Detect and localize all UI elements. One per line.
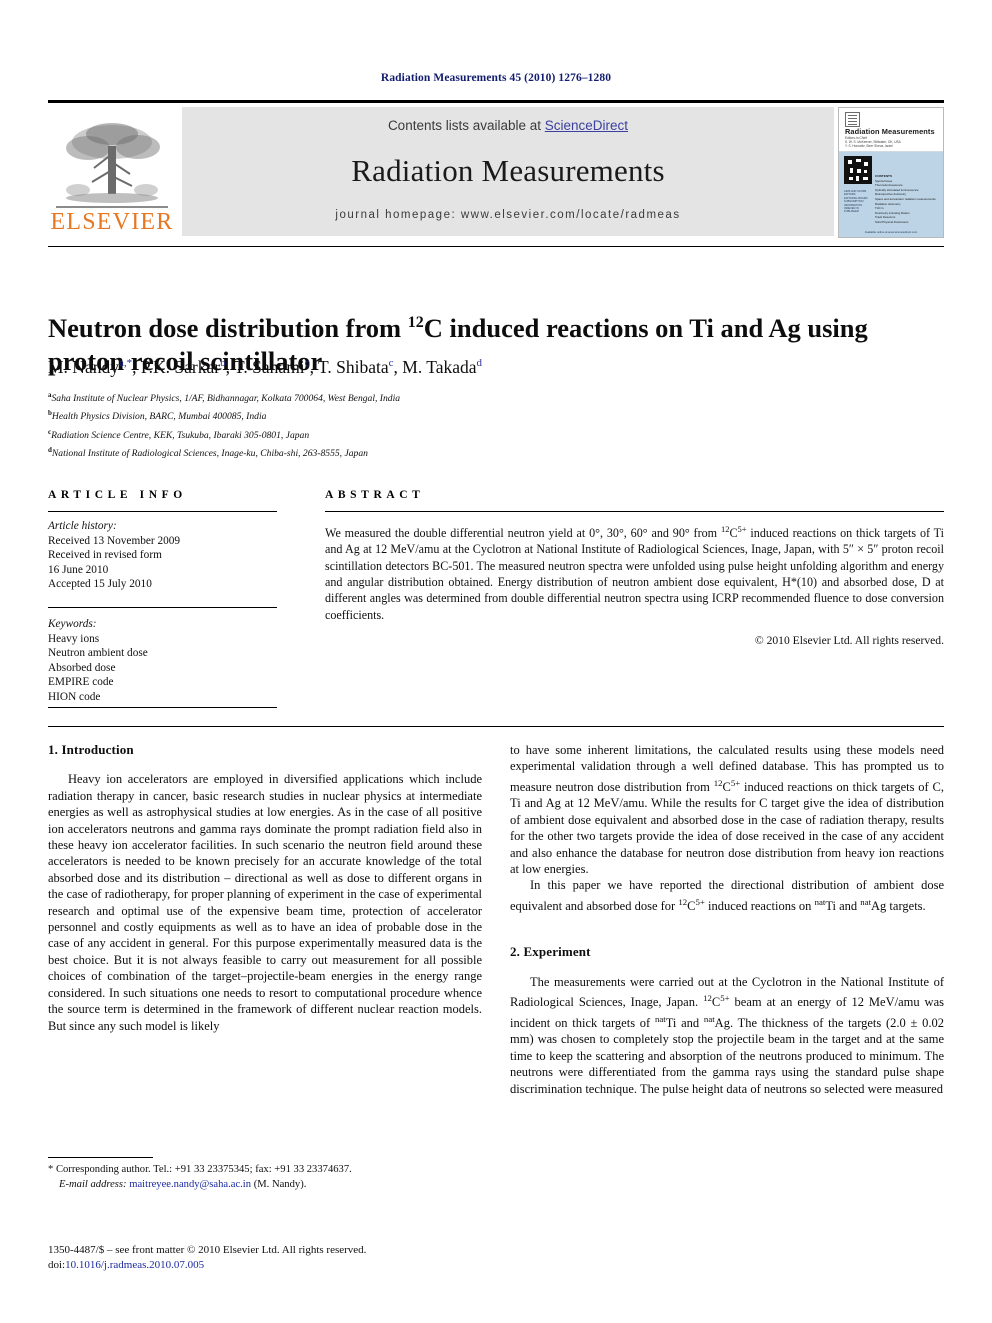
article-page: Radiation Measurements 45 (2010) 1276–12…: [0, 0, 992, 1323]
title-part-1: Neutron dose distribution from: [48, 312, 408, 343]
article-history-line: 16 June 2010: [48, 563, 109, 576]
article-info-heading: ARTICLE INFO: [48, 489, 187, 501]
keywords-block: Keywords: Heavy ions Neutron ambient dose…: [48, 617, 283, 705]
elsevier-tree-icon: [66, 123, 160, 203]
cover-left-column: AIMS AND SCOPE EDITORS EDITORIAL BOARD SUBS…: [844, 190, 868, 214]
elsevier-logo-rule: [56, 206, 168, 208]
cover-publisher-icon: [845, 112, 860, 127]
affiliation-item: bHealth Physics Division, BARC, Mumbai 4…: [48, 409, 267, 423]
body-column-left: 1. Introduction Heavy ion accelerators a…: [48, 742, 482, 1034]
doi-label: doi:: [48, 1259, 66, 1271]
imprint-block: 1350-4487/$ – see front matter © 2010 El…: [48, 1243, 548, 1273]
author-name: T. Shibatac: [318, 357, 394, 377]
keyword-item: EMPIRE code: [48, 676, 114, 689]
article-info-rule-mid: [48, 607, 277, 608]
cover-body: AIMS AND SCOPE EDITORS EDITORIAL BOARD SUBS…: [839, 152, 943, 237]
footnote-block: * Corresponding author. Tel.: +91 33 233…: [48, 1163, 482, 1193]
contents-available-line: Contents lists available at ScienceDirec…: [182, 118, 834, 133]
keyword-item: Heavy ions: [48, 632, 100, 645]
article-history-line: Accepted 15 July 2010: [48, 578, 152, 591]
abstract-divider: [48, 726, 944, 727]
journal-masthead: ELSEVIER Contents lists available at Sci…: [48, 100, 944, 238]
email-label: E-mail address:: [59, 1178, 127, 1190]
introduction-paragraph-1-left: Heavy ion accelerators are employed in d…: [48, 772, 482, 1033]
article-history-line: Received in revised form: [48, 549, 162, 562]
doi-link[interactable]: 10.1016/j.radmeas.2010.07.005: [65, 1259, 204, 1271]
cover-contents-items: Special Issue Thermoluminescence Optically…: [875, 178, 936, 224]
cover-footer: Available online at www.sciencedirect.co…: [864, 230, 918, 234]
article-history-line: Received 13 November 2009: [48, 534, 181, 547]
keyword-item: Neutron ambient dose: [48, 647, 148, 660]
abstract-rule-top: [325, 511, 944, 512]
article-info-rule-bottom: [48, 707, 277, 708]
affiliation-mark: b: [48, 409, 52, 418]
keyword-item: Absorbed dose: [48, 661, 116, 674]
footnote-divider: [48, 1157, 153, 1158]
keywords-list: Heavy ions Neutron ambient dose Absorbed d…: [48, 633, 148, 703]
affiliation-item: dNational Institute of Radiological Scie…: [48, 446, 368, 460]
experiment-paragraph-1: The measurements were carried out at the…: [510, 974, 945, 1096]
cover-contents-list: CONTENTS Special Issue Thermoluminescence…: [875, 174, 939, 225]
article-history: Article history: Received 13 November 20…: [48, 519, 283, 592]
keywords-label: Keywords:: [48, 618, 97, 630]
author-affiliation-marks: b: [220, 357, 226, 370]
introduction-paragraph-1-right: to have some inherent limitations, the c…: [510, 743, 944, 876]
section-heading-experiment: 2. Experiment: [510, 944, 591, 960]
abstract-text: We measured the double differential neut…: [325, 524, 944, 622]
author-affiliation-marks: c: [388, 357, 394, 370]
author-name: T. Sanamic: [234, 357, 310, 377]
cover-top: Radiation Measurements Editors-in-Chief S…: [839, 108, 943, 152]
cover-title: Radiation Measurements: [845, 127, 935, 136]
journal-cover-thumbnail[interactable]: Radiation Measurements Editors-in-Chief S…: [838, 107, 944, 238]
elsevier-logo: ELSEVIER: [48, 107, 176, 236]
keyword-item: HION code: [48, 690, 101, 703]
elsevier-wordmark: ELSEVIER: [50, 209, 174, 235]
author-name: P.K. Sarkarb: [140, 357, 226, 377]
author-affiliation-marks: c: [304, 357, 310, 370]
cover-subtitle: Editors-in-Chief S. W. S. McKeever, Still…: [845, 136, 901, 148]
cover-graphic-icon: [844, 156, 872, 184]
journal-homepage-line[interactable]: journal homepage: www.elsevier.com/locat…: [182, 209, 834, 221]
corresponding-author-note: * Corresponding author. Tel.: +91 33 233…: [48, 1164, 352, 1175]
affiliation-item: aSaha Institute of Nuclear Physics, 1/AF…: [48, 391, 401, 405]
affiliation-mark: d: [48, 446, 52, 455]
title-superscript: 12: [407, 313, 424, 331]
section-heading-introduction: 1. Introduction: [48, 742, 134, 757]
author-name: M. Takadad: [402, 357, 483, 377]
title-divider: [48, 246, 944, 247]
issn-frontmatter-line: 1350-4487/$ – see front matter © 2010 El…: [48, 1244, 367, 1256]
body-column-right: to have some inherent limitations, the c…: [510, 742, 944, 1097]
affiliation-mark: a: [48, 391, 52, 399]
copyright-line: © 2010 Elsevier Ltd. All rights reserved…: [754, 634, 944, 647]
article-history-lines: Received 13 November 2009 Received in rev…: [48, 535, 180, 591]
article-info-rule-top: [48, 511, 277, 512]
affiliation-item: cRadiation Science Centre, KEK, Tsukuba,…: [48, 427, 310, 442]
affiliation-list: aSaha Institute of Nuclear Physics, 1/AF…: [48, 388, 748, 462]
author-name: M. Nandya,*: [48, 357, 133, 377]
introduction-paragraph-2: In this paper we have reported the direc…: [510, 878, 944, 913]
journal-title: Radiation Measurements: [351, 153, 665, 188]
contents-prefix: Contents lists available at: [387, 118, 545, 133]
email-link[interactable]: maitreyee.nandy@saha.ac.in: [129, 1179, 251, 1190]
running-head: Radiation Measurements 45 (2010) 1276–12…: [380, 72, 612, 84]
author-affiliation-marks: d: [476, 357, 483, 370]
cover-contents-heading: CONTENTS: [875, 174, 893, 178]
affiliation-mark: c: [48, 427, 52, 436]
email-line: E-mail address: maitreyee.nandy@saha.ac.…: [48, 1178, 482, 1193]
author-list: M. Nandya,*, P.K. Sarkarb, T. Sanamic, T…: [48, 357, 483, 377]
abstract-heading: ABSTRACT: [325, 489, 425, 501]
email-suffix: (M. Nandy).: [251, 1178, 307, 1190]
author-affiliation-marks: a,*: [118, 357, 133, 370]
masthead-band: Contents lists available at ScienceDirec…: [182, 107, 834, 236]
sciencedirect-link[interactable]: ScienceDirect: [545, 118, 628, 133]
article-history-label: Article history:: [48, 520, 117, 532]
